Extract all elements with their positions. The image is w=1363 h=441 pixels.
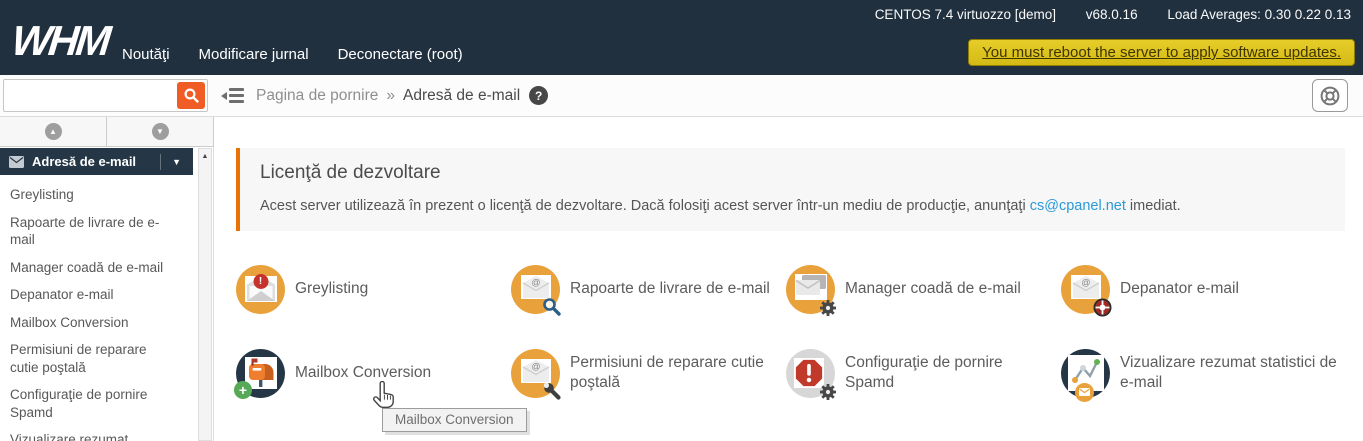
sidebar-item-mailbox-permissions[interactable]: Permisiuni de reparare cutie poştală xyxy=(0,336,193,381)
svg-text:@: @ xyxy=(531,278,540,288)
status-os: CENTOS 7.4 virtuozzo [demo] xyxy=(875,7,1056,22)
nav-news[interactable]: Noutăţi xyxy=(122,46,170,63)
magnifier-badge-icon xyxy=(542,297,562,317)
envelope-alert-icon: ! xyxy=(236,265,285,314)
breadcrumb-current: Adresă de e-mail xyxy=(403,87,520,105)
envelope-badge-icon xyxy=(1075,383,1094,402)
envelope-icon xyxy=(9,156,24,168)
notice-title: Licenţă de dezvoltare xyxy=(260,162,1325,184)
alert-badge-icon: ! xyxy=(253,274,268,289)
status-load: Load Averages: 0.30 0.22 0.13 xyxy=(1167,7,1351,22)
gear-icon xyxy=(819,383,837,401)
tile-spamd-startup-config[interactable]: Configuraţie de pornire Spamd xyxy=(786,348,1061,398)
tile-label: Mailbox Conversion xyxy=(295,363,431,383)
whm-app: CENTOS 7.4 virtuozzo [demo] v68.0.16 Loa… xyxy=(0,0,1363,441)
collapse-sidebar-icon[interactable] xyxy=(221,88,245,104)
nav-logout[interactable]: Deconectare (root) xyxy=(338,46,463,63)
envelope-search-icon: @ xyxy=(511,265,560,314)
scroll-up-icon: ▲ xyxy=(45,123,62,140)
search-button[interactable] xyxy=(177,82,205,109)
support-button[interactable] xyxy=(1312,79,1348,112)
svg-text:@: @ xyxy=(1081,278,1090,288)
hand-cursor-icon xyxy=(372,381,397,410)
breadcrumb-toolbar: Pagina de pornire » Adresă de e-mail ? xyxy=(0,75,1363,117)
tooltip: Mailbox Conversion xyxy=(382,408,527,432)
scrollbar-up-icon: ▲ xyxy=(199,149,211,160)
scroll-up-button[interactable]: ▲ xyxy=(0,117,107,146)
breadcrumb-home-link[interactable]: Pagina de pornire xyxy=(256,87,378,105)
feature-grid: ! Greylisting @ Rapoarte de livrar xyxy=(236,264,1351,398)
tile-mailbox-permissions[interactable]: @ Permisiuni de reparare cutie poştală xyxy=(511,348,786,398)
envelope-stack-gear-icon xyxy=(786,265,835,314)
lifebuoy-icon xyxy=(1319,85,1341,107)
sidebar-scroll-controls: ▲ ▼ xyxy=(0,117,214,147)
envelope-lifebuoy-icon: @ xyxy=(1061,265,1110,314)
cpanel-email-link[interactable]: cs@cpanel.net xyxy=(1030,198,1126,214)
status-version: v68.0.16 xyxy=(1086,7,1138,22)
tile-label: Permisiuni de reparare cutie poştală xyxy=(570,353,775,393)
notice-text: Acest server utilizează în prezent o lic… xyxy=(260,198,1325,214)
tile-label: Configuraţie de pornire Spamd xyxy=(845,353,1050,393)
stop-sign-gear-icon xyxy=(786,349,835,398)
chart-envelope-icon xyxy=(1061,349,1110,398)
tile-mail-troubleshooter[interactable]: @ Depanator e-mail xyxy=(1061,264,1351,314)
license-notice: Licenţă de dezvoltare Acest server utili… xyxy=(236,148,1345,231)
lifebuoy-badge-icon xyxy=(1093,298,1112,317)
sidebar-menu: Greylisting Rapoarte de livrare de e-mai… xyxy=(0,181,193,441)
mailbox-plus-icon: + xyxy=(236,349,285,398)
sidebar-item-mailbox-conversion[interactable]: Mailbox Conversion xyxy=(0,309,193,337)
tile-label: Manager coadă de e-mail xyxy=(845,279,1021,299)
plus-badge-icon: + xyxy=(234,381,252,399)
scroll-down-icon: ▼ xyxy=(152,123,169,140)
sidebar-item-mail-statistics[interactable]: Vizualizare rezumat statistici de e-mail xyxy=(0,426,193,441)
tile-mail-queue-manager[interactable]: Manager coadă de e-mail xyxy=(786,264,1061,314)
breadcrumb: Pagina de pornire » Adresă de e-mail ? xyxy=(256,75,548,116)
top-nav: Noutăţi Modificare jurnal Deconectare (r… xyxy=(122,46,463,63)
top-bar: CENTOS 7.4 virtuozzo [demo] v68.0.16 Loa… xyxy=(0,0,1363,75)
tile-label: Rapoarte de livrare de e-mail xyxy=(570,279,770,299)
sidebar-scrollbar[interactable]: ▲ xyxy=(198,148,212,441)
gear-icon xyxy=(819,299,837,317)
sidebar: Adresă de e-mail ▼ Greylisting Rapoarte … xyxy=(0,147,214,441)
sidebar-item-spamd-startup-config[interactable]: Configuraţie de pornire Spamd xyxy=(0,381,193,426)
whm-logo: WHM xyxy=(9,17,110,65)
sidebar-item-delivery-reports[interactable]: Rapoarte de livrare de e-mail xyxy=(0,209,193,254)
server-status: CENTOS 7.4 virtuozzo [demo] v68.0.16 Loa… xyxy=(849,7,1351,22)
tile-greylisting[interactable]: ! Greylisting xyxy=(236,264,511,314)
sidebar-group-title: Adresă de e-mail xyxy=(32,154,160,169)
search-box xyxy=(3,79,208,112)
sidebar-item-mail-queue-manager[interactable]: Manager coadă de e-mail xyxy=(0,254,193,282)
search-icon xyxy=(183,87,200,104)
nav-change-log[interactable]: Modificare jurnal xyxy=(199,46,309,63)
tile-label: Greylisting xyxy=(295,279,368,299)
breadcrumb-separator: » xyxy=(386,87,395,105)
reboot-warning-button[interactable]: You must reboot the server to apply soft… xyxy=(968,39,1355,66)
scroll-down-button[interactable]: ▼ xyxy=(107,117,213,146)
sidebar-item-greylisting[interactable]: Greylisting xyxy=(0,181,193,209)
chevron-down-icon: ▼ xyxy=(172,157,181,167)
svg-text:@: @ xyxy=(531,362,540,372)
tile-label: Vizualizare rezumat statistici de e-mail xyxy=(1120,353,1351,393)
wrench-badge-icon xyxy=(543,382,562,401)
tile-delivery-reports[interactable]: @ Rapoarte de livrare de e-mail xyxy=(511,264,786,314)
sidebar-group-email[interactable]: Adresă de e-mail ▼ xyxy=(0,148,193,175)
tile-mail-statistics[interactable]: Vizualizare rezumat statistici de e-mail xyxy=(1061,348,1351,398)
sidebar-item-mail-troubleshooter[interactable]: Depanator e-mail xyxy=(0,281,193,309)
tile-label: Depanator e-mail xyxy=(1120,279,1239,299)
envelope-wrench-icon: @ xyxy=(511,349,560,398)
help-icon[interactable]: ? xyxy=(529,86,548,105)
